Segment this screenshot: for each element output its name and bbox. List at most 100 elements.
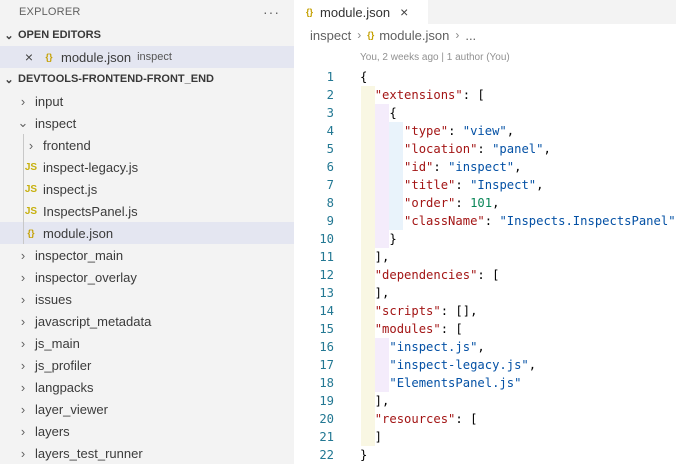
chevron-right-icon: › — [20, 379, 26, 395]
workspace-section[interactable]: ⌄ DEVTOOLS-FRONTEND-FRONT_END — [0, 68, 294, 90]
code-token: "modules" — [374, 322, 441, 336]
json-file-icon: {} — [45, 52, 53, 62]
code-token: "className" — [404, 214, 485, 228]
code-line: 2 "extensions": [ — [294, 86, 676, 104]
tree-file[interactable]: JS inspect-legacy.js — [0, 156, 294, 178]
code-line: 15 "modules": [ — [294, 320, 676, 338]
code-token: "type" — [404, 124, 449, 138]
tree-folder[interactable]: › layers_test_runner — [0, 442, 294, 464]
tree-folder[interactable]: › layer_viewer — [0, 398, 294, 420]
code-editor[interactable]: 1{2 "extensions": [3 {4 "type": "view", 5… — [294, 68, 676, 464]
line-number: 11 — [319, 250, 334, 264]
close-icon[interactable]: × — [22, 49, 36, 65]
line-number: 10 — [319, 232, 334, 246]
code-line: 9 "className": "Inspects.InspectsPanel" — [294, 212, 676, 230]
tree-folder[interactable]: ⌄ inspect — [0, 112, 294, 134]
chevron-right-icon: › — [20, 291, 26, 307]
tree-item-label: issues — [35, 291, 72, 307]
breadcrumb-folder[interactable]: inspect — [310, 28, 351, 43]
code-token: "resources" — [374, 412, 456, 426]
code-line: 11 ], — [294, 248, 676, 266]
chevron-right-icon: › — [357, 28, 362, 42]
code-text: ], — [360, 284, 390, 302]
code-line: 18 "ElementsPanel.js" — [294, 374, 676, 392]
open-editor-item[interactable]: × {} module.json inspect — [0, 46, 294, 68]
tree-file[interactable]: {} module.json — [0, 222, 294, 244]
code-token: "order" — [404, 196, 456, 210]
tree-file[interactable]: JS inspect.js — [0, 178, 294, 200]
code-token: , — [477, 340, 485, 354]
tree-folder[interactable]: › langpacks — [0, 376, 294, 398]
code-text: { — [360, 104, 397, 122]
code-token: "panel" — [492, 142, 544, 156]
close-icon[interactable]: × — [400, 4, 408, 20]
code-text: "ElementsPanel.js" — [360, 374, 521, 392]
chevron-right-icon: › — [28, 137, 34, 153]
tree-item-label: inspector_main — [35, 247, 124, 263]
line-number: 7 — [326, 178, 334, 192]
chevron-right-icon: › — [20, 247, 26, 263]
chevron-right-icon: › — [20, 423, 26, 439]
code-token: "view" — [462, 124, 507, 138]
tree-folder[interactable]: › input — [0, 90, 294, 112]
breadcrumb-file[interactable]: module.json — [379, 28, 449, 43]
tree-folder[interactable]: › javascript_metadata — [0, 310, 294, 332]
code-token: "dependencies" — [374, 268, 478, 282]
code-line: 12 "dependencies": [ — [294, 266, 676, 284]
code-token: : [ — [440, 322, 463, 336]
tree-file[interactable]: JS InspectsPanel.js — [0, 200, 294, 222]
tree-folder[interactable]: › inspector_main — [0, 244, 294, 266]
code-line: 6 "id": "inspect", — [294, 158, 676, 176]
line-number: 9 — [326, 214, 334, 228]
tree-item-label: layers_test_runner — [35, 445, 143, 461]
tab-module-json[interactable]: {} module.json × — [294, 0, 428, 24]
code-line: 21 ] — [294, 428, 676, 446]
js-file-icon: JS — [24, 161, 38, 173]
line-number: 18 — [319, 376, 334, 390]
more-actions-icon[interactable]: ··· — [263, 5, 280, 19]
code-text: "scripts": [], — [360, 302, 478, 320]
codelens-blame[interactable]: You, 2 weeks ago | 1 author (You) — [360, 52, 510, 63]
code-token: , — [528, 358, 537, 372]
tree-folder[interactable]: › issues — [0, 288, 294, 310]
code-text: ] — [360, 428, 382, 446]
code-token: "Inspects.InspectsPanel" — [499, 214, 676, 228]
tree-folder[interactable]: › inspector_overlay — [0, 266, 294, 288]
tree-folder[interactable]: › js_main — [0, 332, 294, 354]
tree-folder[interactable]: › layers — [0, 420, 294, 442]
code-token: "title" — [404, 178, 456, 192]
chevron-down-icon: ⌄ — [4, 73, 14, 86]
code-token: : [ — [455, 412, 478, 426]
code-line: 17 "inspect-legacy.js", — [294, 356, 676, 374]
indent-guide — [23, 222, 24, 244]
code-token: ] — [360, 430, 383, 444]
js-file-icon: JS — [24, 183, 38, 195]
code-line: 1{ — [294, 68, 676, 86]
indent-guide — [23, 178, 24, 200]
tree-folder[interactable]: › frontend — [0, 134, 294, 156]
code-text: "modules": [ — [360, 320, 463, 338]
code-token: "scripts" — [374, 304, 441, 318]
code-token: ], — [360, 394, 390, 408]
line-number: 3 — [326, 106, 334, 120]
code-token: : — [455, 196, 471, 210]
code-token: : — [484, 214, 500, 228]
code-text: ], — [360, 248, 390, 266]
breadcrumb-symbol[interactable]: ... — [465, 28, 476, 43]
code-text: { — [360, 68, 367, 86]
code-token: , — [543, 142, 551, 156]
open-editors-section[interactable]: ⌄ OPEN EDITORS — [0, 24, 294, 46]
code-token: { — [360, 106, 397, 120]
tree-folder[interactable]: › js_profiler — [0, 354, 294, 376]
chevron-right-icon: › — [20, 93, 26, 109]
code-text: } — [360, 446, 367, 464]
code-token: "inspect.js" — [389, 340, 478, 354]
tree-item-label: javascript_metadata — [35, 313, 152, 329]
code-text: "type": "view", — [360, 122, 514, 140]
tree-item-label: inspect — [35, 115, 77, 131]
line-number: 14 — [319, 304, 334, 318]
